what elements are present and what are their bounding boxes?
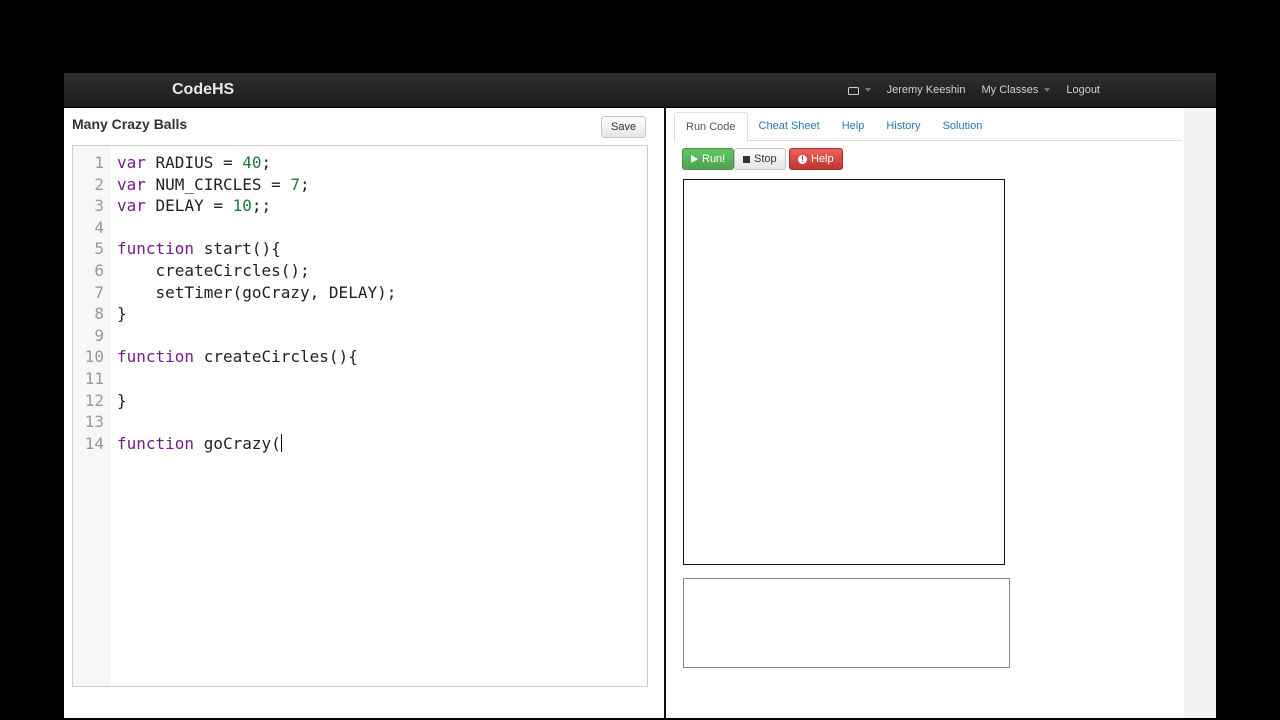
- user-name: Jeremy Keeshin: [886, 84, 966, 96]
- code-token: 7: [290, 174, 301, 194]
- text-cursor: [280, 433, 282, 452]
- tab-solution[interactable]: Solution: [932, 112, 994, 140]
- tab-help[interactable]: Help: [831, 112, 876, 140]
- nav-right: Jeremy Keeshin My Classes Logout: [847, 73, 1216, 107]
- code-token: ;: [261, 153, 272, 172]
- code-lines[interactable]: 1 var RADIUS = 40; 2 var NUM_CIRCLES = 7; 3 v…: [73, 152, 397, 455]
- code-token: function: [117, 347, 195, 367]
- line-number: 13: [84, 412, 104, 432]
- code-line[interactable]: 10 function createCircles(){: [73, 346, 396, 368]
- top-navbar: CodeHS Jeremy Keeshin My Classes Logout: [64, 73, 1216, 108]
- line-number: 14: [84, 433, 104, 453]
- code-line[interactable]: 4: [73, 217, 396, 239]
- code-token: var: [117, 196, 146, 216]
- code-token: ;;: [251, 196, 272, 216]
- code-token: function: [117, 239, 195, 259]
- code-editor[interactable]: 1 var RADIUS = 40; 2 var NUM_CIRCLES = 7; 3 v…: [72, 145, 648, 687]
- help-label: Help: [811, 153, 834, 165]
- run-label: Run!: [702, 153, 726, 165]
- code-token: RADIUS =: [145, 153, 243, 172]
- my-classes-label: My Classes: [981, 84, 1039, 96]
- scrollbar[interactable]: [1184, 108, 1216, 718]
- code-line[interactable]: 9: [73, 325, 396, 347]
- line-number: 9: [94, 325, 104, 345]
- code-token: 10: [232, 196, 252, 216]
- code-line[interactable]: 2 var NUM_CIRCLES = 7;: [73, 174, 396, 196]
- program-title: Many Crazy Balls: [72, 116, 188, 132]
- code-token: function: [117, 433, 195, 453]
- line-number: 11: [84, 368, 104, 388]
- code-token: var: [117, 153, 146, 172]
- code-line[interactable]: 14 function goCrazy(: [73, 433, 396, 455]
- line-number: 5: [94, 239, 104, 259]
- code-token: createCircles(){: [194, 347, 358, 367]
- logout-link[interactable]: Logout: [1066, 84, 1100, 96]
- chevron-down-icon: [1044, 88, 1051, 92]
- code-token: }: [117, 304, 127, 324]
- code-line[interactable]: 3 var DELAY = 10;;: [73, 195, 396, 217]
- line-number: 10: [84, 347, 104, 367]
- stop-icon: [743, 155, 750, 163]
- line-number: 4: [94, 217, 104, 237]
- code-token: NUM_CIRCLES =: [145, 174, 291, 194]
- line-number: 7: [94, 282, 104, 302]
- output-tabs: Run Code Cheat Sheet Help History Solution: [674, 112, 1182, 142]
- tab-run-code[interactable]: Run Code: [674, 112, 748, 142]
- line-number: 6: [94, 260, 104, 280]
- logout-label: Logout: [1066, 84, 1100, 96]
- line-number: 2: [94, 174, 104, 194]
- code-token: DELAY =: [145, 196, 233, 216]
- stop-label: Stop: [754, 153, 777, 165]
- tab-history[interactable]: History: [875, 112, 931, 140]
- line-number: 12: [84, 390, 104, 410]
- codehs-app: CodeHS Jeremy Keeshin My Classes Logout …: [64, 73, 1216, 718]
- output-pane: Run Code Cheat Sheet Help History Solution R…: [666, 108, 1216, 718]
- output-console: [683, 578, 1010, 668]
- code-line[interactable]: 1 var RADIUS = 40;: [73, 152, 396, 174]
- inbox-menu[interactable]: [847, 86, 871, 95]
- line-number: 8: [94, 304, 104, 324]
- code-line[interactable]: 11: [73, 368, 396, 390]
- user-name-link[interactable]: Jeremy Keeshin: [887, 84, 966, 96]
- stop-button[interactable]: Stop: [734, 148, 786, 170]
- code-line[interactable]: 12}: [73, 390, 396, 412]
- code-token: start(){: [194, 239, 281, 259]
- help-button[interactable]: ! Help: [789, 148, 843, 170]
- chevron-down-icon: [864, 88, 871, 92]
- line-number: 1: [94, 153, 104, 172]
- code-line[interactable]: 8}: [73, 303, 396, 325]
- code-line[interactable]: 6 createCircles();: [73, 260, 396, 282]
- play-icon: [691, 155, 698, 163]
- graphics-canvas[interactable]: [683, 179, 1005, 565]
- code-line[interactable]: 7 setTimer(goCrazy, DELAY);: [73, 282, 396, 304]
- code-token: setTimer(goCrazy, DELAY);: [117, 282, 397, 302]
- inbox-icon: [847, 87, 859, 95]
- code-line[interactable]: 13: [73, 411, 396, 433]
- code-token: var: [117, 174, 146, 194]
- code-token: 40: [242, 153, 262, 172]
- tab-cheat-sheet[interactable]: Cheat Sheet: [748, 112, 831, 140]
- code-token: }: [117, 390, 127, 410]
- my-classes-menu[interactable]: My Classes: [982, 84, 1051, 96]
- save-button[interactable]: Save: [601, 116, 647, 138]
- code-line[interactable]: 5 function start(){: [73, 238, 396, 260]
- run-button[interactable]: Run!: [682, 148, 735, 170]
- line-number: 3: [94, 196, 104, 216]
- code-token: ;: [300, 174, 310, 194]
- code-token: createCircles();: [117, 260, 310, 280]
- code-token: goCrazy(: [194, 433, 281, 453]
- brand-logo[interactable]: CodeHS: [172, 81, 234, 99]
- editor-pane: Many Crazy Balls Save 1 var RADIUS = 40; 2…: [64, 108, 666, 718]
- alert-icon: !: [798, 154, 807, 164]
